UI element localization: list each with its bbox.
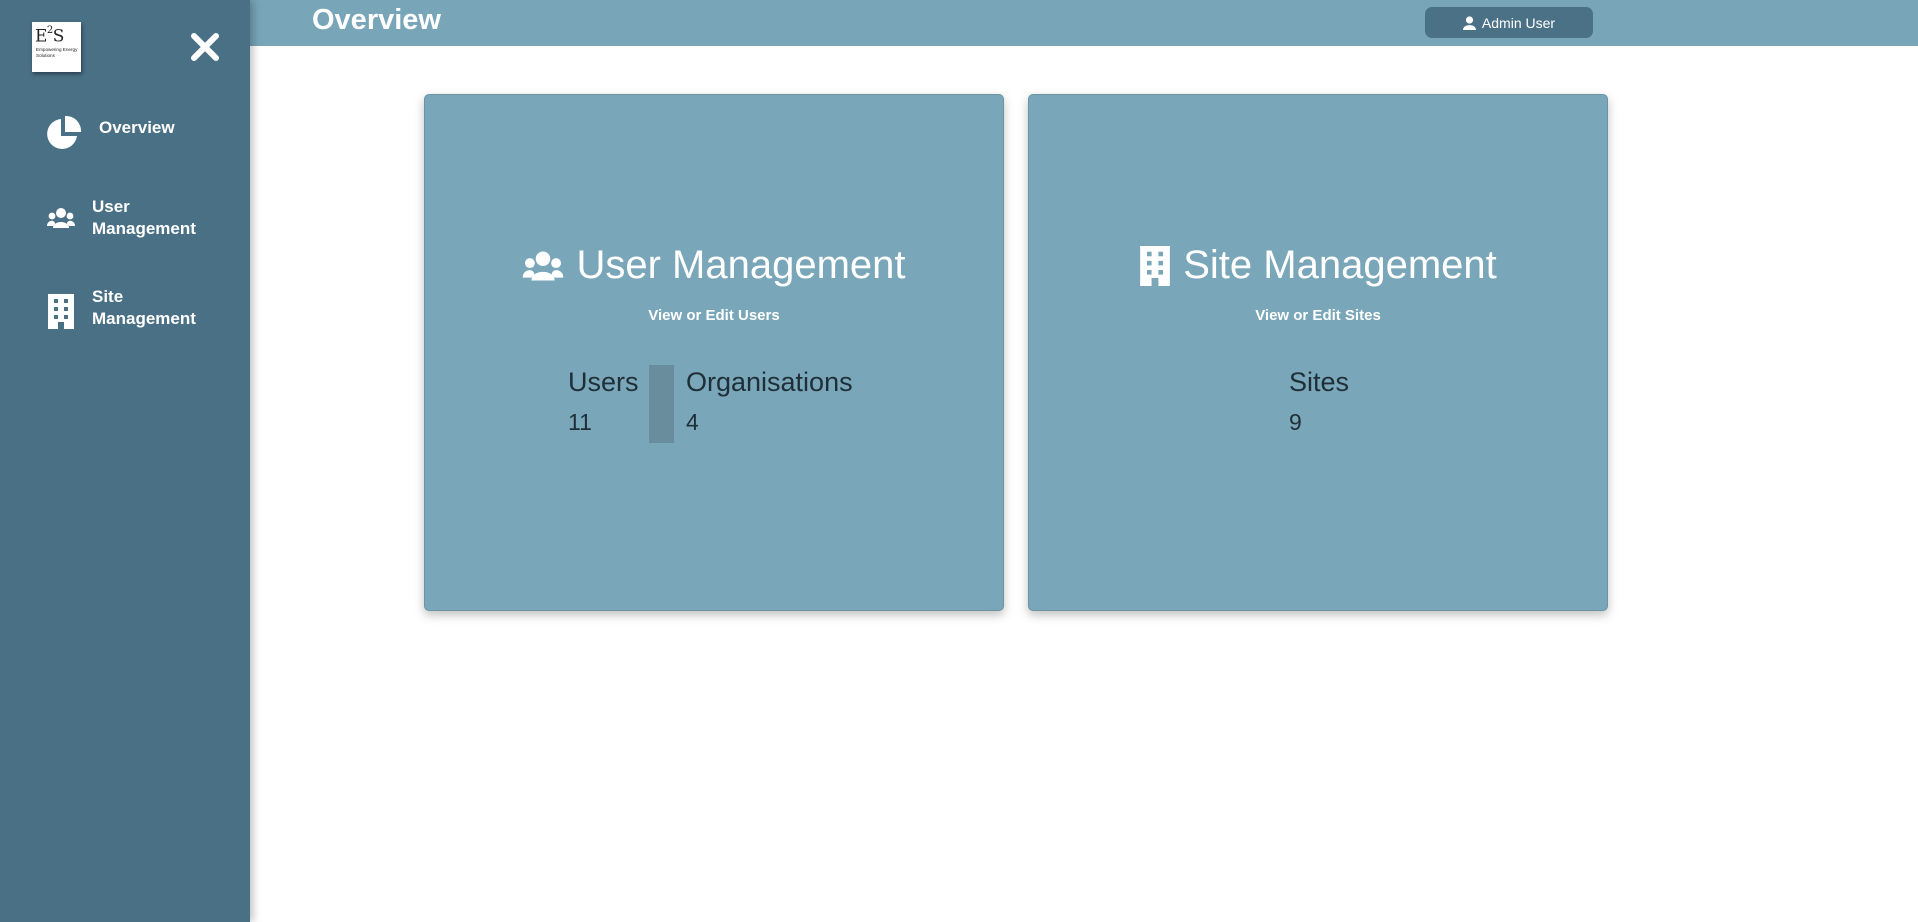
logo-mark-e: E	[35, 26, 47, 47]
user-management-card[interactable]: User Management View or Edit Users Users…	[424, 94, 1004, 611]
sidebar-item-user-management[interactable]: User Management	[0, 195, 250, 243]
page-title: Overview	[312, 4, 441, 36]
sidebar-item-label: Overview	[99, 118, 175, 137]
sidebar: E2S Empowering Energy Solutions Overview	[0, 0, 250, 922]
users-icon	[523, 250, 564, 281]
site-management-card[interactable]: Site Management View or Edit Sites Sites…	[1028, 94, 1608, 611]
stat-label-sites: Sites	[1289, 367, 1350, 397]
stat-label-organisations: Organisations	[686, 367, 853, 397]
card-subtitle: View or Edit Users	[648, 307, 780, 324]
logo-mark-sup: 2	[46, 25, 53, 36]
sidebar-item-label: Site Management	[92, 287, 196, 328]
stat-label-users: Users	[568, 367, 639, 397]
building-icon	[1140, 245, 1171, 286]
sidebar-item-overview[interactable]: Overview	[0, 112, 250, 156]
logo-tagline: Empowering Energy Solutions	[36, 47, 78, 58]
card-subtitle: View or Edit Sites	[1255, 307, 1381, 324]
sidebar-item-label: User Management	[92, 197, 196, 238]
close-icon	[191, 33, 219, 61]
stat-value-users: 11	[568, 409, 592, 435]
card-title: User Management	[576, 243, 906, 287]
top-header: Overview Admin User	[250, 0, 1918, 46]
user-icon	[1462, 15, 1476, 30]
stat-value-organisations: 4	[686, 409, 699, 435]
company-logo[interactable]: E2S Empowering Energy Solutions	[32, 22, 81, 72]
stat-value-sites: 9	[1289, 409, 1302, 435]
sidebar-item-site-management[interactable]: Site Management	[0, 285, 250, 333]
user-menu-button[interactable]: Admin User	[1425, 7, 1593, 38]
users-icon	[47, 207, 75, 234]
building-icon	[48, 294, 74, 334]
close-sidebar-button[interactable]	[188, 30, 222, 64]
logo-mark-s: S	[52, 26, 65, 47]
stat-divider	[649, 365, 674, 443]
user-menu-label: Admin User	[1481, 14, 1556, 31]
pie-chart-icon	[46, 115, 82, 156]
card-title: Site Management	[1183, 243, 1497, 287]
